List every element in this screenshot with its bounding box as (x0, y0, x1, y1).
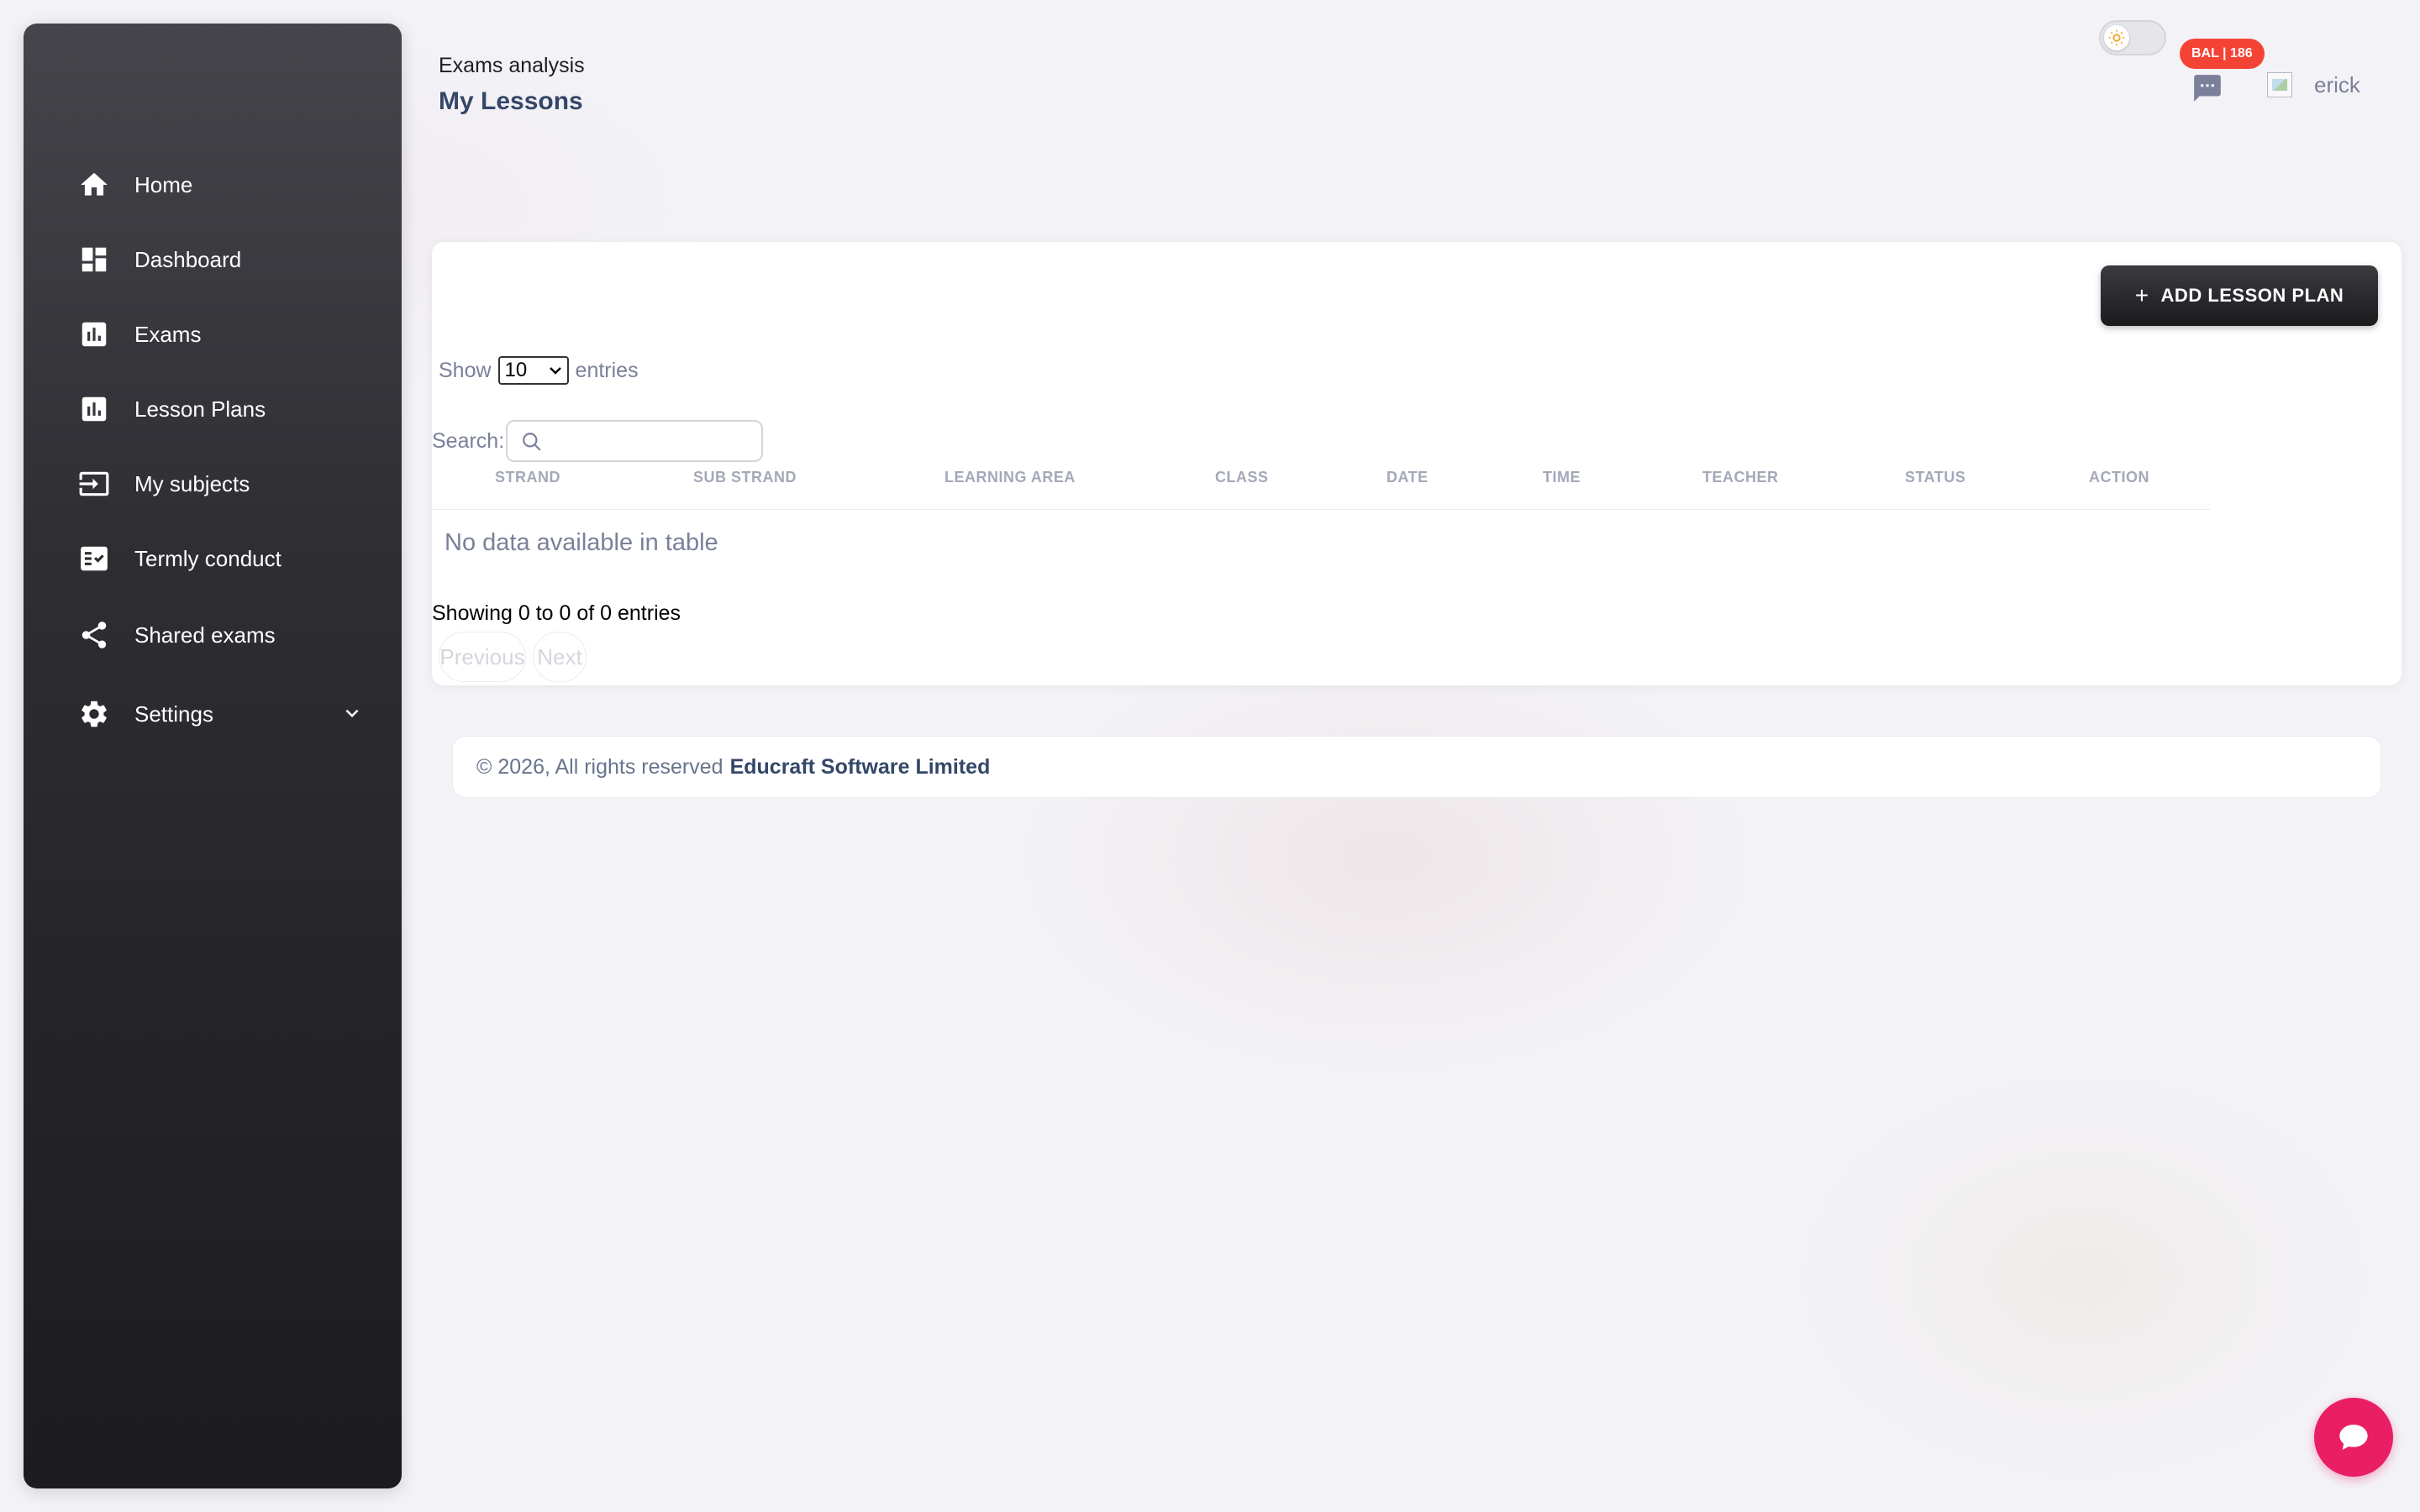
plus-icon: + (2134, 282, 2149, 308)
page-title: My Lessons (439, 87, 583, 115)
show-label: Show (439, 358, 492, 382)
copyright-text: © 2026, All rights reserved (476, 754, 723, 779)
chat-bubble-icon (2339, 1425, 2368, 1450)
dashboard-icon (77, 243, 111, 276)
sidebar-item-lesson-plans[interactable]: Lesson Plans (77, 384, 380, 434)
username[interactable]: erick (2314, 72, 2360, 98)
chevron-down-icon[interactable] (339, 701, 365, 726)
column-header-class[interactable]: CLASS (1215, 469, 1269, 486)
sidebar-item-label: Exams (134, 321, 202, 347)
home-icon (77, 168, 111, 202)
theme-toggle[interactable] (2099, 20, 2166, 55)
sidebar-item-label: Settings (134, 701, 213, 727)
next-page-button[interactable]: Next (533, 632, 587, 682)
empty-table-message: No data available in table (445, 529, 718, 556)
column-header-date[interactable]: DATE (1386, 469, 1428, 486)
column-header-action[interactable]: ACTION (2089, 469, 2149, 486)
search-label: Search: (432, 428, 505, 453)
column-header-learning-area[interactable]: LEARNING AREA (944, 469, 1076, 486)
entries-length-control: Show 10 entries (439, 356, 639, 385)
entries-select[interactable]: 10 (497, 356, 569, 385)
previous-page-button[interactable]: Previous (439, 632, 526, 682)
company-link[interactable]: Educraft Software Limited (730, 755, 991, 780)
entries-select-value: 10 (504, 359, 528, 381)
table-info: Showing 0 to 0 of 0 entries (432, 601, 681, 625)
chevron-down-icon (549, 367, 561, 375)
bar-chart-icon (77, 318, 111, 351)
share-icon (77, 618, 111, 652)
bar-chart-icon (77, 392, 111, 426)
sidebar: Home Dashboard Exams Lesson Plans My sub… (24, 24, 402, 1488)
avatar[interactable] (2267, 72, 2292, 97)
background-decoration (992, 622, 1781, 1092)
gear-icon (77, 697, 111, 731)
balance-badge: BAL | 186 (2180, 39, 2265, 69)
background-decoration (1765, 1050, 2403, 1504)
sidebar-item-label: Termly conduct (134, 545, 281, 571)
column-header-status[interactable]: STATUS (1905, 469, 1965, 486)
breadcrumb[interactable]: Exams analysis (439, 54, 585, 78)
search-icon (523, 433, 541, 451)
add-lesson-plan-button[interactable]: + ADD LESSON PLAN (2101, 265, 2378, 326)
add-lesson-plan-label: ADD LESSON PLAN (2160, 285, 2344, 306)
sidebar-item-dashboard[interactable]: Dashboard (77, 234, 380, 285)
column-header-sub-strand[interactable]: SUB STRAND (693, 469, 797, 486)
footer: © 2026, All rights reserved Educraft Sof… (452, 736, 2381, 798)
search-input[interactable] (506, 420, 764, 462)
sidebar-item-home[interactable]: Home (77, 160, 380, 210)
sidebar-item-settings[interactable]: Settings (77, 689, 380, 739)
message-icon[interactable] (2191, 72, 2223, 104)
chat-button[interactable] (2314, 1398, 2393, 1477)
column-header-strand[interactable]: STRAND (495, 469, 560, 486)
sidebar-item-shared-exams[interactable]: Shared exams (77, 610, 380, 660)
entries-label: entries (575, 358, 639, 382)
input-icon (77, 467, 111, 501)
sidebar-item-my-subjects[interactable]: My subjects (77, 459, 380, 509)
sun-icon (2104, 25, 2129, 50)
checklist-icon (77, 542, 111, 575)
sidebar-item-label: My subjects (134, 470, 250, 496)
sidebar-item-label: Lesson Plans (134, 396, 266, 422)
table-divider (432, 509, 2210, 510)
column-header-teacher[interactable]: TEACHER (1702, 469, 1779, 486)
sidebar-item-label: Home (134, 171, 193, 197)
sidebar-item-label: Shared exams (134, 622, 276, 648)
search-control: Search: (432, 420, 764, 462)
sidebar-item-label: Dashboard (134, 246, 242, 272)
column-header-time[interactable]: TIME (1543, 469, 1581, 486)
sidebar-item-exams[interactable]: Exams (77, 309, 380, 360)
sidebar-item-termly-conduct[interactable]: Termly conduct (77, 533, 380, 584)
